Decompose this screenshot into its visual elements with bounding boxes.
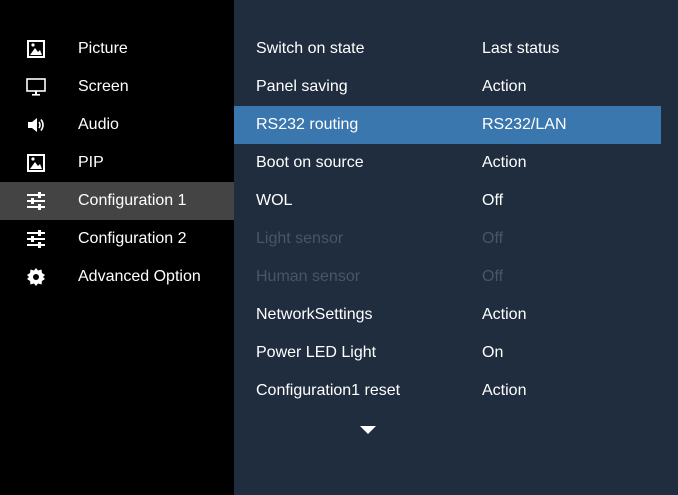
setting-row-human-sensor: Human sensor Off (234, 258, 661, 296)
setting-value: RS232/LAN (482, 116, 567, 133)
sidebar-item-label: Picture (78, 40, 128, 57)
setting-value: Action (482, 306, 527, 323)
setting-row-configuration1-reset[interactable]: Configuration1 reset Action (234, 372, 661, 410)
setting-label: Power LED Light (256, 344, 377, 361)
setting-row-light-sensor: Light sensor Off (234, 220, 661, 258)
setting-label: Panel saving (256, 78, 348, 95)
setting-value: On (482, 344, 504, 361)
sidebar-item-configuration-2[interactable]: Configuration 2 (0, 220, 234, 258)
sidebar-item-label: Audio (78, 116, 119, 133)
sliders-icon (26, 229, 46, 249)
sidebar-item-label: Screen (78, 78, 129, 95)
settings-panel: Switch on state Last status Panel saving… (234, 0, 678, 495)
setting-label: RS232 routing (256, 116, 359, 133)
setting-row-switch-on-state[interactable]: Switch on state Last status (234, 30, 661, 68)
monitor-icon (26, 77, 46, 97)
sidebar-item-audio[interactable]: Audio (0, 106, 234, 144)
setting-value: Action (482, 154, 527, 171)
chevron-down-icon[interactable] (360, 426, 376, 434)
setting-value: Off (482, 268, 504, 285)
setting-row-power-led-light[interactable]: Power LED Light On (234, 334, 661, 372)
sidebar-item-label: Configuration 2 (78, 230, 187, 247)
sidebar-menu: Picture Screen Audio PIP Configuration 1… (0, 0, 234, 495)
setting-label: Human sensor (256, 268, 361, 285)
sidebar-item-configuration-1[interactable]: Configuration 1 (0, 182, 234, 220)
setting-value: Action (482, 382, 527, 399)
sidebar-item-label: Configuration 1 (78, 192, 187, 209)
setting-value: Last status (482, 40, 560, 57)
setting-label: Light sensor (256, 230, 344, 247)
setting-value: Off (482, 192, 504, 209)
setting-row-network-settings[interactable]: NetworkSettings Action (234, 296, 661, 334)
sidebar-item-advanced-option[interactable]: Advanced Option (0, 258, 234, 296)
setting-row-boot-on-source[interactable]: Boot on source Action (234, 144, 661, 182)
gear-icon (26, 267, 46, 287)
sidebar-item-label: Advanced Option (78, 268, 201, 285)
pip-icon (26, 153, 46, 173)
setting-label: WOL (256, 192, 293, 209)
sidebar-item-picture[interactable]: Picture (0, 30, 234, 68)
setting-value: Off (482, 230, 504, 247)
setting-row-panel-saving[interactable]: Panel saving Action (234, 68, 661, 106)
sliders-icon (26, 191, 46, 211)
setting-label: Boot on source (256, 154, 364, 171)
setting-row-wol[interactable]: WOL Off (234, 182, 661, 220)
sidebar-item-screen[interactable]: Screen (0, 68, 234, 106)
setting-label: NetworkSettings (256, 306, 373, 323)
picture-icon (26, 39, 46, 59)
speaker-icon (26, 115, 46, 135)
setting-value: Action (482, 78, 527, 95)
sidebar-item-pip[interactable]: PIP (0, 144, 234, 182)
sidebar-item-label: PIP (78, 154, 104, 171)
setting-label: Switch on state (256, 40, 365, 57)
setting-row-rs232-routing[interactable]: RS232 routing RS232/LAN (234, 106, 661, 144)
setting-label: Configuration1 reset (256, 382, 401, 399)
